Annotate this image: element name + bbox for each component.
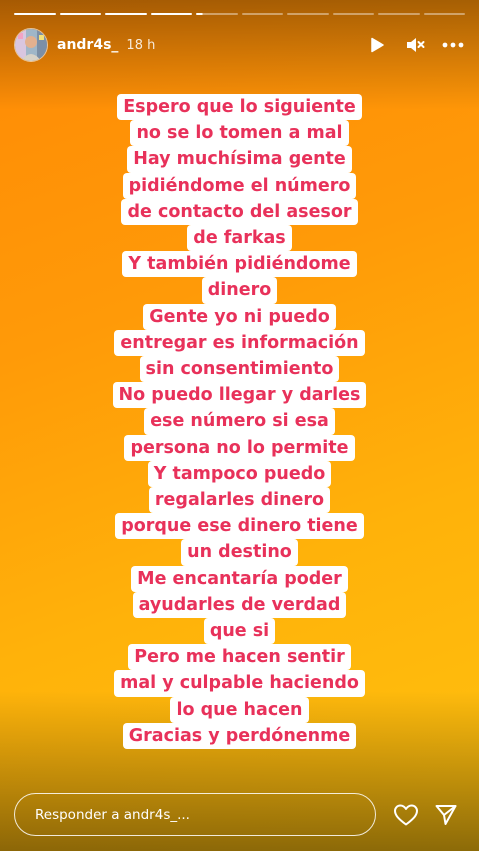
story-text-line: pidiéndome el número	[122, 172, 357, 199]
story-text-line: No puedo llegar y darles	[112, 382, 367, 409]
progress-segment	[332, 13, 374, 15]
story-text-line: un destino	[181, 539, 298, 566]
story-text-line: Gente yo ni puedo	[143, 303, 336, 330]
story-text-block: Espero que lo siguiente no se lo tomen a…	[0, 94, 479, 750]
heart-icon	[394, 804, 418, 825]
story-text-line: porque ese dinero tiene	[115, 513, 364, 540]
story-text-line: Hay muchísima gente	[127, 146, 352, 173]
story-text-line: Y tampoco puedo	[147, 460, 332, 488]
story-text-line: ese número si esa	[144, 408, 335, 435]
story-text-line: mal y culpable haciendo	[114, 670, 365, 697]
mute-icon	[407, 38, 425, 52]
progress-segment	[105, 13, 147, 15]
story-text-line: persona no lo permite	[124, 434, 355, 461]
story-viewer: andr4s_ 18 h Espero que lo siguiente no …	[0, 0, 479, 851]
more-icon	[442, 42, 464, 48]
story-text-line: de farkas	[187, 225, 292, 252]
progress-segment	[14, 13, 56, 15]
play-icon	[371, 37, 384, 53]
story-text-line: entregar es información	[114, 329, 365, 357]
progress-segment	[59, 13, 101, 15]
progress-segment	[150, 13, 192, 15]
story-text-line: dinero	[201, 277, 278, 304]
story-text-line: Me encantaría poder	[131, 565, 348, 592]
story-text-line: Espero que lo siguiente	[117, 94, 362, 121]
avatar[interactable]	[14, 28, 48, 62]
story-header: andr4s_ 18 h	[14, 28, 465, 62]
reply-input[interactable]: Responder a andr4s_...	[14, 793, 376, 836]
story-text-line: sin consentimiento	[139, 356, 340, 383]
profile-avatar-icon	[15, 29, 47, 61]
progress-segment	[287, 13, 329, 15]
story-text-line: Pero me hacen sentir	[128, 644, 351, 671]
username[interactable]: andr4s_	[57, 37, 118, 53]
story-text-line: no se lo tomen a mal	[130, 120, 349, 147]
progress-segment-current	[196, 13, 238, 15]
progress-segment	[423, 13, 465, 15]
story-footer: Responder a andr4s_...	[14, 793, 465, 836]
story-progress-bar	[14, 13, 465, 15]
story-text-line: que si	[203, 618, 276, 645]
like-button[interactable]	[392, 801, 420, 829]
story-text-line: Gracias y perdónenme	[122, 722, 357, 750]
story-text-line: Y también pidiéndome	[122, 251, 357, 278]
story-text-line: regalarles dinero	[148, 487, 331, 514]
post-time: 18 h	[126, 37, 156, 53]
progress-segment	[241, 13, 283, 15]
share-button[interactable]	[432, 801, 460, 829]
story-text-line: lo que hacen	[170, 696, 309, 723]
more-options-button[interactable]	[441, 33, 465, 57]
mute-button[interactable]	[403, 33, 427, 57]
reply-placeholder: Responder a andr4s_...	[35, 806, 190, 823]
play-button[interactable]	[365, 33, 389, 57]
progress-segment	[378, 13, 420, 15]
send-icon	[435, 804, 457, 825]
story-text-line: de contacto del asesor	[121, 198, 358, 226]
story-text-line: ayudarles de verdad	[132, 591, 347, 619]
